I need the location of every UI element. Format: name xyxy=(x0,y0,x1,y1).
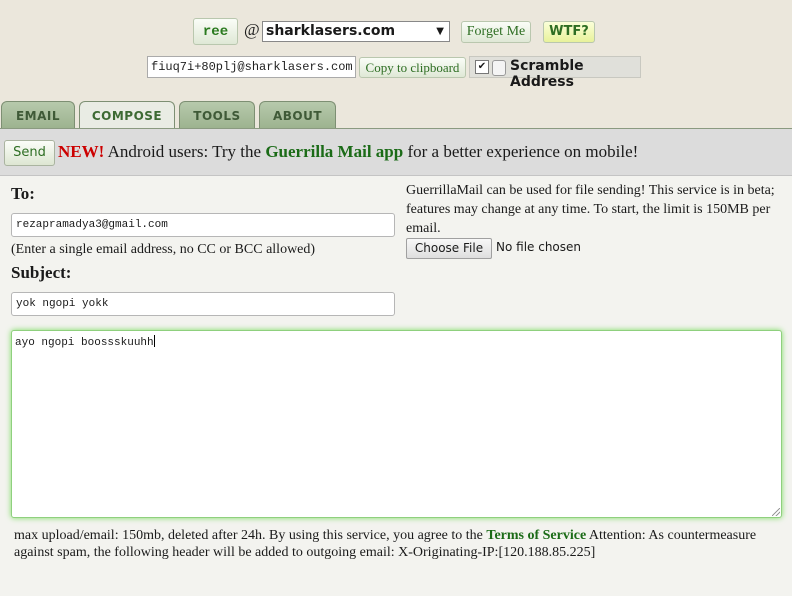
message-body-text: ayo ngopi boossskuuhh xyxy=(15,337,154,349)
tab-about[interactable]: ABOUT xyxy=(259,101,336,128)
notice-text-2: for a better experience on mobile! xyxy=(403,142,639,161)
to-label: To: xyxy=(11,184,35,203)
footer-notice: max upload/email: 150mb, deleted after 2… xyxy=(14,527,774,561)
choose-file-button[interactable]: Choose File xyxy=(406,238,492,259)
username-button[interactable]: ree xyxy=(193,18,238,45)
resize-handle-icon[interactable] xyxy=(772,508,780,516)
text-caret xyxy=(153,335,155,347)
notice-bar: Send NEW! Android users: Try the Guerril… xyxy=(0,129,792,176)
file-status: No file chosen xyxy=(496,240,582,254)
at-sign: @ xyxy=(244,20,260,39)
tab-tools[interactable]: TOOLS xyxy=(179,101,255,128)
footer-text-1: max upload/email: 150mb, deleted after 2… xyxy=(14,528,487,543)
send-button[interactable]: Send xyxy=(4,140,55,166)
notice-text-1: Android users: Try the xyxy=(104,142,266,161)
scramble-icon xyxy=(492,60,506,76)
scramble-checkbox[interactable]: ✔ xyxy=(475,60,489,74)
terms-of-service-link[interactable]: Terms of Service xyxy=(486,528,586,543)
scramble-label: Scramble Address xyxy=(510,58,584,90)
domain-select-value: sharklasers.com xyxy=(266,23,396,39)
message-body-textarea[interactable]: ayo ngopi boossskuuhh xyxy=(11,330,782,518)
tab-compose[interactable]: COMPOSE xyxy=(79,101,175,130)
top-bar: ree @ sharklasers.com ▼ Forget Me WTF? f… xyxy=(0,0,792,100)
wtf-button[interactable]: WTF? xyxy=(543,21,595,43)
subject-input[interactable]: yok ngopi yokk xyxy=(11,292,395,316)
copy-to-clipboard-button[interactable]: Copy to clipboard xyxy=(359,57,466,78)
to-hint: (Enter a single email address, no CC or … xyxy=(11,242,316,257)
dropdown-arrow-icon: ▼ xyxy=(436,26,444,37)
domain-select[interactable]: sharklasers.com ▼ xyxy=(262,21,450,42)
android-notice: NEW! Android users: Try the Guerrilla Ma… xyxy=(58,142,638,162)
email-address-field[interactable]: fiuq7i+80plj@sharklasers.com xyxy=(147,56,356,78)
scramble-address-toggle[interactable]: ✔ Scramble Address xyxy=(469,56,641,90)
subject-label: Subject: xyxy=(11,263,72,282)
notice-new-label: NEW! xyxy=(58,142,105,161)
file-sending-info: GuerrillaMail can be used for file sendi… xyxy=(406,183,775,236)
forget-me-button[interactable]: Forget Me xyxy=(461,21,531,43)
to-input[interactable]: rezapramadya3@gmail.com xyxy=(11,213,395,237)
guerrilla-app-link[interactable]: Guerrilla Mail app xyxy=(265,142,403,161)
compose-panel: Send NEW! Android users: Try the Guerril… xyxy=(0,128,792,596)
tab-email[interactable]: EMAIL xyxy=(1,101,75,128)
